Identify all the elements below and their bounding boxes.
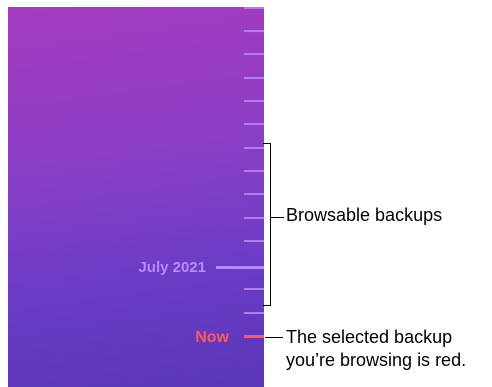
timeline-tick[interactable] xyxy=(244,170,264,172)
browsable-bracket-stem xyxy=(271,217,284,218)
selected-backup-callout: The selected backup you’re browsing is r… xyxy=(286,326,466,372)
timeline-tick[interactable] xyxy=(244,288,264,290)
timeline-tick[interactable] xyxy=(244,53,264,55)
timeline-now-label[interactable]: Now xyxy=(188,329,229,347)
backup-timeline: July 2021 Now xyxy=(8,7,264,387)
timeline-tick[interactable] xyxy=(244,193,264,195)
timeline-tick[interactable] xyxy=(244,123,264,125)
timeline-tick[interactable] xyxy=(244,312,264,314)
selected-callout-line2: you’re browsing is red. xyxy=(286,350,467,370)
timeline-tick[interactable] xyxy=(244,100,264,102)
timeline-tick[interactable] xyxy=(244,240,264,242)
timeline-tick[interactable] xyxy=(244,147,264,149)
timeline-tick[interactable] xyxy=(244,77,264,79)
browsable-backups-callout: Browsable backups xyxy=(286,205,443,225)
timeline-tick[interactable] xyxy=(244,7,264,9)
timeline-tick[interactable] xyxy=(244,30,264,32)
selected-callout-line1: The selected backup xyxy=(286,327,453,347)
timeline-tick[interactable] xyxy=(244,217,264,219)
browsable-bracket xyxy=(263,143,271,306)
timeline-tick-now[interactable] xyxy=(244,335,264,338)
timeline-date-label: July 2021 xyxy=(138,259,206,276)
timeline-tick-month[interactable] xyxy=(216,266,264,269)
selected-callout-line xyxy=(265,337,283,338)
